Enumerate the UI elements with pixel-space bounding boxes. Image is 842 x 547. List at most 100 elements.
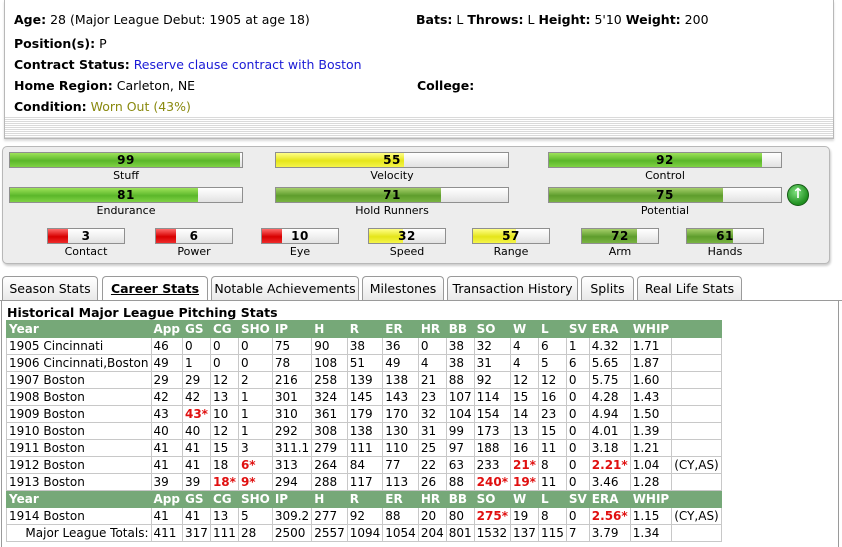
table-row: 1913 Boston 39 39 18* 9* 294 288 117 113 26 88 240*… [6,473,722,491]
table-cell [671,473,722,491]
table-row: 1906 Cincinnati,Boston 49 1 0 0 78 108 51 49 4 38 3… [6,354,722,372]
hands-rating-label: Hands [707,245,743,258]
table-cell: 31 [473,354,511,372]
table-cell: 6* [237,456,273,474]
table-cell: 29 [181,371,211,389]
age-label: Age: [14,12,47,27]
positions-label: Position(s): [14,36,96,51]
content-border-right [838,300,839,547]
table-cell: 38 [445,354,475,372]
totals-cell: 115 [537,524,567,542]
positions-value: P [99,36,107,51]
column-header: App [150,490,183,508]
table-cell: 145 [346,388,384,406]
table-cell: 0 [181,337,211,355]
table-cell: 3.18 [588,439,631,457]
column-header [671,320,722,338]
totals-cell: 2500 [271,524,313,542]
table-cell: 51 [346,354,384,372]
table-cell: 1.60 [629,371,673,389]
table-cell: 130 [382,422,419,440]
table-cell: 311.1 [271,439,313,457]
table-cell: 88 [382,507,419,525]
contract-link[interactable]: Reserve clause contract with Boston [134,57,362,72]
table-cell: 138 [382,371,419,389]
table-cell: 0 [209,354,239,372]
totals-cell [671,524,722,542]
tab-notable-achievements[interactable]: Notable Achievements [211,276,359,301]
contact-rating-bar: 3 [47,228,125,244]
table-cell: 1914 Boston [6,507,152,525]
table-cell: 4 [417,354,447,372]
totals-row: Major League Totals: 411 317 111 28 2500 2557 1… [6,524,722,542]
power-rating-bar: 6 [155,228,233,244]
totals-cell: Major League Totals: [6,524,152,542]
eye-rating-label: Eye [289,245,311,258]
power-rating-value: 6 [189,229,199,243]
table-cell [671,422,722,440]
table-cell: 0 [237,337,273,355]
hold-runners-rating-bar: 71 [275,187,509,203]
totals-cell: 801 [445,524,475,542]
tab-career-stats[interactable]: Career Stats [102,276,208,301]
table-cell: 233 [473,456,511,474]
table-cell: 108 [311,354,348,372]
bats-label: Bats: [416,12,453,27]
table-cell: 75 [271,337,313,355]
table-cell: 1905 Cincinnati [6,337,152,355]
column-header: GS [181,320,211,338]
table-cell: 5 [537,354,567,372]
table-cell: (CY,AS) [671,507,722,525]
hands-rating-value: 61 [716,229,734,243]
table-cell: 22 [417,456,447,474]
table-cell: 154 [473,405,511,423]
table-row: 1905 Cincinnati 46 0 0 0 75 90 38 36 0 38 32 4 6 1 4.32… [6,337,722,355]
table-cell: 264 [311,456,348,474]
table-cell: 41 [150,507,183,525]
table-cell: 361 [311,405,348,423]
region-value: Carleton, NE [116,78,196,93]
tab-real-life-stats[interactable]: Real Life Stats [637,276,742,301]
velocity-rating-bar: 55 [275,152,509,168]
table-cell [671,405,722,423]
table-cell: 1 [237,405,273,423]
table-cell: 4 [509,354,539,372]
age-row: Age: 28 (Major League Debut: 1905 at age… [14,12,310,28]
table-cell: 308 [311,422,348,440]
power-rating-label: Power [177,245,211,258]
table-cell: 10 [209,405,239,423]
column-header [671,490,722,508]
table-row: 1912 Boston 41 41 18 6* 313 264 84 77 22 63 233 21* 8… [6,456,722,474]
tab-transaction-history[interactable]: Transaction History [447,276,578,301]
weight-value: 200 [684,12,709,27]
table-cell: 13 [209,388,239,406]
table-cell: 49 [382,354,419,372]
tab-season-stats[interactable]: Season Stats [2,276,98,301]
eye-rating-value: 10 [291,229,309,243]
column-header: H [311,490,348,508]
table-cell: 1908 Boston [6,388,152,406]
table-cell: 1912 Boston [6,456,152,474]
column-header: WHIP [629,320,673,338]
table-cell: 29 [150,371,183,389]
tab-milestones[interactable]: Milestones [362,276,444,301]
range-rating-value: 57 [502,229,520,243]
table-cell: 310 [271,405,313,423]
column-header: BB [445,320,475,338]
table-cell: 2.21* [588,456,631,474]
table-cell: 1.87 [629,354,673,372]
table-cell: 36 [382,337,419,355]
arrow-up-icon[interactable]: ↑ [787,184,809,206]
table-cell: 13 [509,422,539,440]
control-rating-value: 92 [656,153,674,167]
table-cell: 294 [271,473,313,491]
stuff-rating-value: 99 [117,153,135,167]
condition-label: Condition: [14,99,87,114]
table-cell: 0 [565,473,590,491]
table-cell: 188 [473,439,511,457]
totals-cell: 411 [150,524,183,542]
table-cell: 15 [509,388,539,406]
tab-splits[interactable]: Splits [581,276,634,301]
table-cell: 92 [473,371,511,389]
eye-rating-bar: 10 [261,228,339,244]
